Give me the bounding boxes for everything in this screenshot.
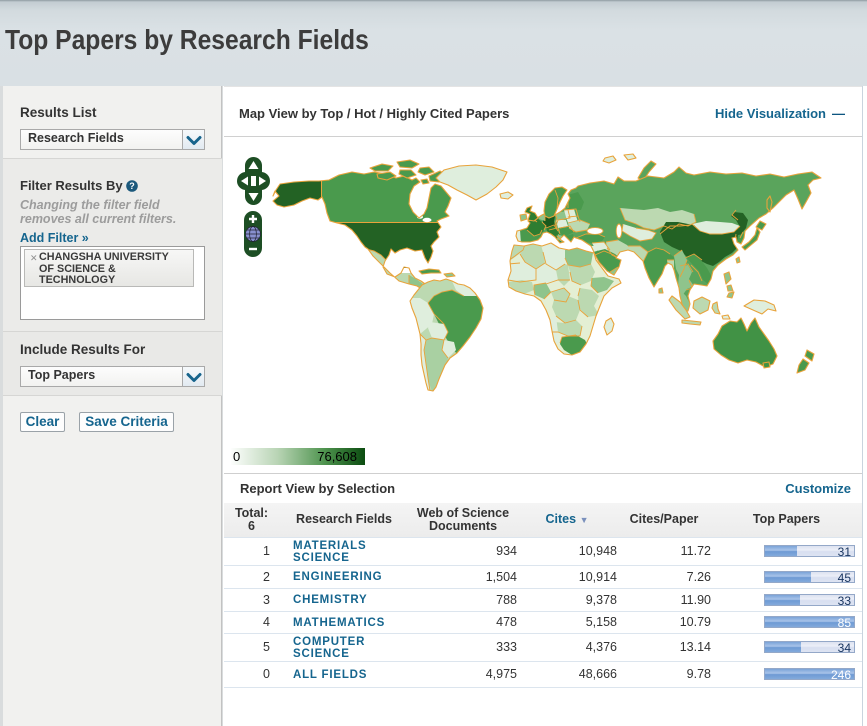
svg-text:0: 0 — [233, 449, 240, 464]
svg-text:76,608: 76,608 — [317, 449, 357, 464]
svg-text:?: ? — [129, 181, 135, 191]
